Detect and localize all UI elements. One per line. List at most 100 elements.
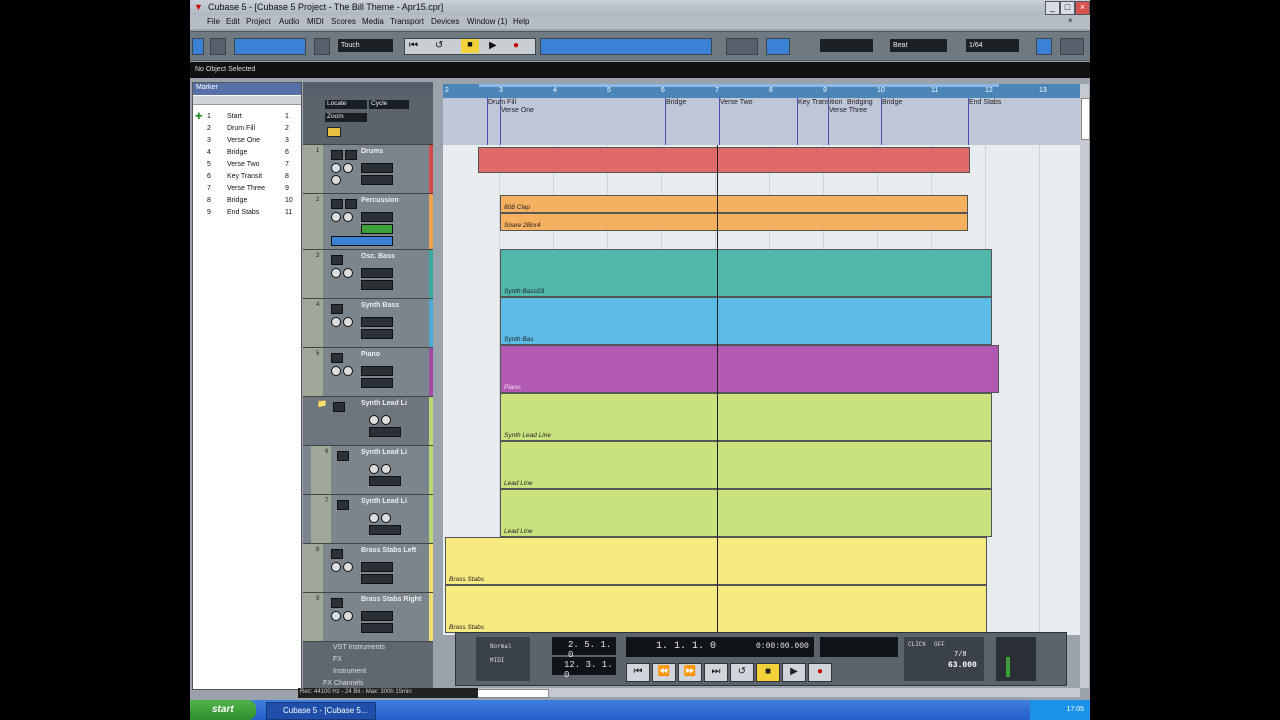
snap-mode-button[interactable] [766, 38, 790, 55]
automation-icon[interactable] [314, 38, 330, 55]
solo-button[interactable] [343, 163, 353, 173]
marker-row[interactable]: 5 Verse Two 7 [193, 159, 301, 171]
synth-lead-folder-part[interactable]: Synth Lead Line [500, 393, 992, 441]
osc-bass-part[interactable]: Synth Bass03 [500, 249, 992, 297]
track-header[interactable]: 7 Synth Lead Li [303, 495, 433, 544]
inner-close-icon[interactable]: × [1068, 16, 1073, 25]
menu-scores[interactable]: Scores [331, 17, 356, 26]
quantize-select[interactable]: Beat [890, 39, 947, 52]
maximize-icon[interactable]: □ [1060, 1, 1075, 15]
mute-button[interactable] [369, 513, 379, 523]
marker-row[interactable]: ✚ 1 Start 1 [193, 111, 301, 123]
activate-project-button[interactable] [192, 38, 204, 55]
track-expand-button[interactable] [331, 255, 343, 265]
marker-row[interactable]: 6 Key Transit 8 [193, 171, 301, 183]
cycle-field[interactable]: Cycle [369, 100, 409, 109]
mute-button[interactable] [331, 611, 341, 621]
stop-icon[interactable]: ■ [461, 39, 479, 53]
marker-label[interactable]: Bridge [882, 99, 902, 106]
track-expand-button[interactable] [337, 451, 349, 461]
project-event-display[interactable]: 808 Clap Snare 2Bnr4 Synth Bass03 Synth … [443, 145, 1080, 635]
monitor-button[interactable] [331, 175, 341, 185]
minimize-icon[interactable]: _ [1045, 1, 1060, 15]
track-expand-button[interactable] [337, 500, 349, 510]
brass-stabs-left-part[interactable]: Brass Stabs [445, 537, 987, 585]
mute-button[interactable] [331, 212, 341, 222]
transport-mini-group[interactable]: ⏮ ↺ ■ ▶ ● [404, 38, 536, 55]
solo-button[interactable] [343, 317, 353, 327]
track-name[interactable]: Osc. Bass [361, 253, 395, 260]
play-icon[interactable]: ▶ [489, 40, 497, 51]
menu-help[interactable]: Help [513, 17, 529, 26]
mute-button[interactable] [331, 163, 341, 173]
right-locator-display[interactable]: 12. 3. 1. 0 [552, 657, 616, 680]
marker-label[interactable]: Verse Two [720, 99, 753, 106]
folder-vst-instruments[interactable]: VST Instruments [333, 644, 385, 651]
marker-label[interactable]: Bridging [847, 99, 873, 106]
mute-button[interactable] [369, 415, 379, 425]
folder-instrument[interactable]: Instrument [333, 668, 366, 675]
marker-row[interactable]: 3 Verse One 3 [193, 135, 301, 147]
solo-button[interactable] [381, 513, 391, 523]
track-name[interactable]: Synth Lead Li [361, 400, 407, 407]
percussion-part-top[interactable]: 808 Clap [500, 195, 968, 213]
mute-button[interactable] [331, 317, 341, 327]
cycle-button[interactable]: ↺ [730, 663, 754, 682]
signature-value[interactable]: 7/8 [954, 651, 967, 659]
tray-clock[interactable]: 17:05 [1066, 706, 1084, 713]
lead-line-part-1[interactable]: Lead Line [500, 441, 992, 489]
edit-buttons[interactable] [369, 476, 401, 486]
goto-end-button[interactable]: ⏭ [704, 663, 728, 682]
track-name[interactable]: Synth Bass [361, 302, 399, 309]
marker-label[interactable]: Drum Fill [488, 99, 516, 106]
marker-label[interactable]: Bridge [666, 99, 686, 106]
record-button[interactable]: ● [808, 663, 832, 682]
track-name[interactable]: Brass Stabs Right [361, 596, 421, 603]
read-write-buttons[interactable] [361, 611, 393, 621]
start-button[interactable]: start [190, 700, 256, 720]
solo-button[interactable] [343, 611, 353, 621]
marker-label[interactable]: Verse One [501, 107, 534, 114]
taskbar-item-cubase[interactable]: Cubase 5 - [Cubase 5... [266, 702, 376, 720]
track-expand-button[interactable] [331, 199, 343, 209]
folder-fx[interactable]: FX [333, 656, 342, 663]
view-toggle-group[interactable] [234, 38, 306, 55]
marker-label[interactable]: Key Transition [798, 99, 842, 106]
track-name[interactable]: Drums [361, 148, 383, 155]
piano-part[interactable]: Piano [500, 345, 999, 393]
mute-button[interactable] [331, 562, 341, 572]
position-display[interactable]: 1. 1. 1. 0 0:00:00.000 [626, 637, 814, 657]
track-expand-button[interactable] [331, 150, 343, 160]
track-header[interactable]: 1 Drums [303, 145, 433, 194]
track-header[interactable]: 4 Synth Bass [303, 299, 433, 348]
mute-button[interactable] [331, 366, 341, 376]
media-bay-button[interactable] [1036, 38, 1052, 55]
vertical-scrollbar[interactable] [1080, 84, 1090, 688]
edit-buttons[interactable] [369, 525, 401, 535]
drums-part[interactable] [478, 147, 970, 173]
solo-button[interactable] [343, 268, 353, 278]
click-state[interactable]: OFF [934, 641, 945, 648]
tempo-value[interactable]: 63.000 [948, 661, 977, 670]
track-name[interactable]: Piano [361, 351, 380, 358]
cycle-range[interactable] [479, 84, 999, 87]
menu-project[interactable]: Project [246, 17, 271, 26]
track-header[interactable]: 6 Synth Lead Li [303, 446, 433, 495]
tool-palette[interactable] [540, 38, 712, 55]
track-header[interactable]: 2 Percussion [303, 194, 433, 250]
menu-window[interactable]: Window (1) [467, 17, 507, 26]
track-header[interactable]: 9 Brass Stabs Right [303, 593, 433, 642]
solo-button[interactable] [381, 415, 391, 425]
marker-label[interactable]: End Stabs [969, 99, 1001, 106]
track-name[interactable]: Percussion [361, 197, 399, 204]
rewind-start-icon[interactable]: ⏮ [409, 40, 418, 51]
grid-select[interactable]: 1/64 [966, 39, 1019, 52]
cycle-icon[interactable]: ↺ [435, 40, 443, 51]
read-write-buttons[interactable] [361, 268, 393, 278]
sync-text[interactable]: MIDI [490, 657, 504, 664]
read-write-buttons[interactable] [361, 163, 393, 173]
menu-devices[interactable]: Devices [431, 17, 459, 26]
horizontal-scrollbar[interactable] [443, 688, 1080, 698]
lead-line-part-2[interactable]: Lead Line [500, 489, 992, 537]
marker-panel-header[interactable]: Marker [193, 83, 301, 95]
